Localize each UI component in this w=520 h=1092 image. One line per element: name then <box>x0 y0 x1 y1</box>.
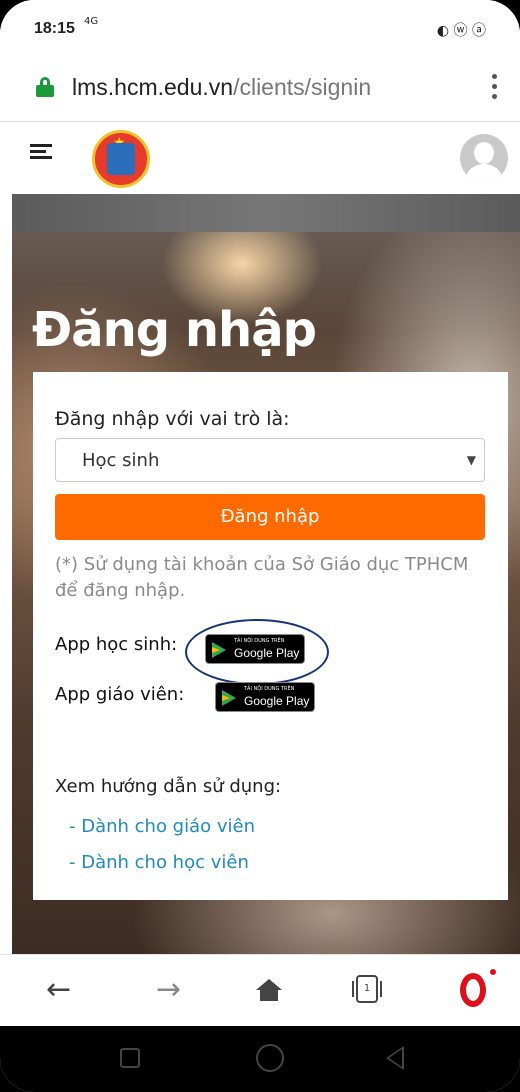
system-back-icon[interactable] <box>386 1046 404 1070</box>
phone-screen: 18:15 4G ◐ ⓦ ⓐ lms.hcm.edu.vn/clients/si… <box>0 0 520 1092</box>
guide-label: Xem hướng dẫn sử dụng: <box>55 776 282 797</box>
hamburger-menu-icon[interactable] <box>30 144 52 164</box>
page-title: Đăng nhập <box>32 302 317 358</box>
login-button[interactable]: Đăng nhập <box>55 494 485 540</box>
site-header: ★ <box>12 122 520 194</box>
recent-apps-icon[interactable] <box>120 1048 140 1068</box>
home-circle-icon[interactable] <box>256 1044 284 1072</box>
lock-icon <box>36 77 54 97</box>
url-path: /clients/signin <box>233 74 372 100</box>
home-icon[interactable] <box>256 979 282 1001</box>
tabs-icon[interactable]: 1 <box>352 975 382 1003</box>
url-domain: lms.hcm.edu.vn <box>72 74 234 100</box>
account-note: (*) Sử dụng tài khoản của Sở Giáo dục TP… <box>55 554 469 601</box>
status-time: 18:15 <box>34 20 75 37</box>
role-label: Đăng nhập với vai trò là: <box>55 408 290 430</box>
browser-bottom-bar: ← → 1 <box>0 954 520 1026</box>
network-indicator: 4G <box>84 16 99 27</box>
forward-arrow-icon[interactable]: → <box>156 973 181 1007</box>
address-bar[interactable]: lms.hcm.edu.vn/clients/signin <box>0 50 520 122</box>
opera-menu-icon[interactable] <box>460 973 486 1007</box>
role-selected-value: Học sinh <box>82 450 160 471</box>
chevron-down-icon: ▼ <box>466 453 476 467</box>
user-avatar-icon[interactable] <box>460 134 508 182</box>
back-arrow-icon[interactable]: ← <box>46 973 71 1007</box>
system-status-icons: ◐ ⓦ ⓐ <box>436 23 486 39</box>
url-text[interactable]: lms.hcm.edu.vn/clients/signin <box>72 74 371 101</box>
browser-menu-icon[interactable] <box>492 74 498 100</box>
login-card: Đăng nhập với vai trò là: Học sinh ▼ Đăn… <box>33 372 508 900</box>
student-app-label: App học sinh: <box>55 634 178 655</box>
site-logo[interactable]: ★ <box>92 130 150 188</box>
status-bar: 18:15 4G ◐ ⓦ ⓐ <box>0 0 520 50</box>
google-play-icon <box>222 690 236 706</box>
teacher-google-play-button[interactable]: TẢI NỘI DUNG TRÊN Google Play <box>215 682 315 712</box>
guide-link-student[interactable]: - Dành cho học viên <box>69 852 249 873</box>
system-navigation-bar <box>0 1026 520 1092</box>
opera-notification-dot <box>490 969 496 975</box>
teacher-app-label: App giáo viên: <box>55 684 185 705</box>
role-select[interactable]: Học sinh ▼ <box>55 438 485 482</box>
highlight-circle-annotation <box>185 619 329 685</box>
guide-link-teacher[interactable]: - Dành cho giáo viên <box>69 816 255 837</box>
